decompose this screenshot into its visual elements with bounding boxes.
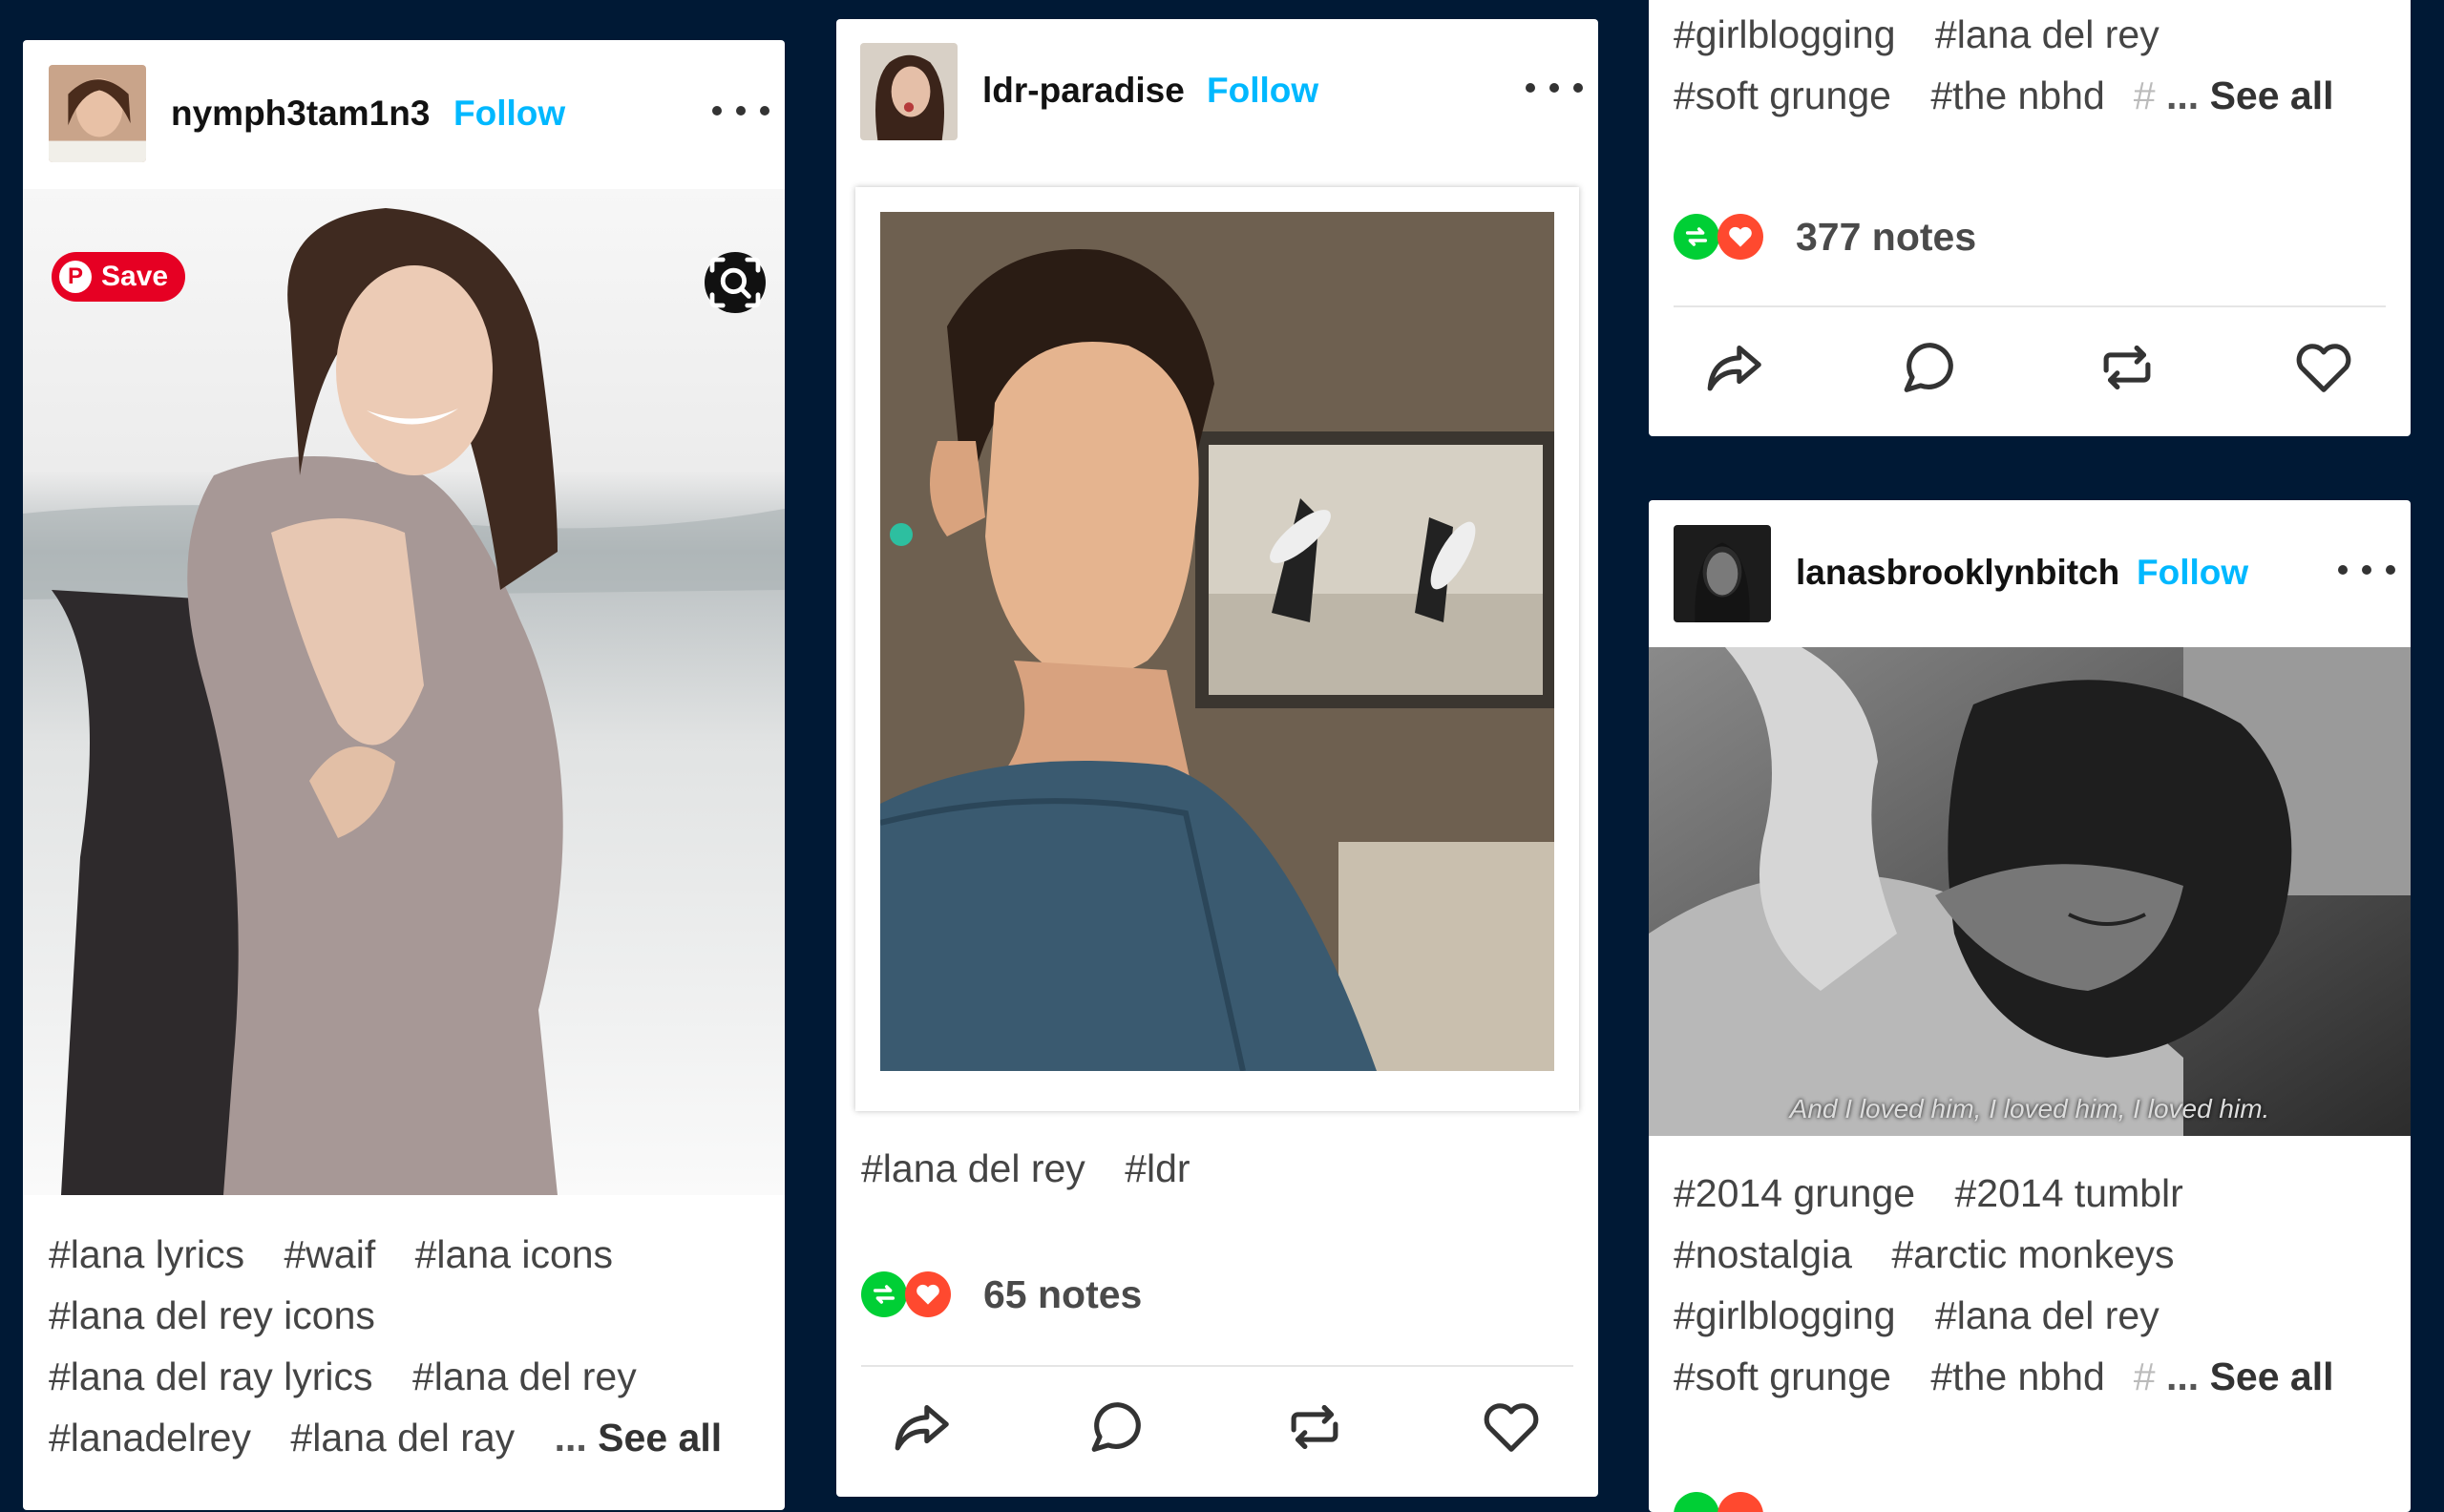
see-all-tags-button[interactable]: ... See all xyxy=(2166,74,2334,117)
avatar[interactable] xyxy=(860,43,958,140)
reblog-icon xyxy=(1291,1405,1338,1449)
reblog-button[interactable] xyxy=(1281,1394,1348,1460)
reply-icon xyxy=(1904,343,1953,392)
reblog-badge-icon xyxy=(861,1271,907,1317)
share-button[interactable] xyxy=(1700,334,1767,401)
like-button[interactable] xyxy=(1478,1394,1545,1460)
tag[interactable]: #ldr xyxy=(1125,1146,1190,1190)
notes-summary[interactable]: 65 notes xyxy=(861,1269,1142,1320)
share-icon xyxy=(1707,346,1761,391)
follow-button[interactable]: Follow xyxy=(453,94,565,134)
tag[interactable]: #waif xyxy=(284,1232,376,1276)
tag[interactable]: #lana del ray xyxy=(290,1416,515,1460)
post-header: ldr-paradise Follow xyxy=(836,19,1598,168)
reply-icon xyxy=(1091,1402,1141,1452)
more-options-button[interactable] xyxy=(2338,556,2395,584)
post-image[interactable]: And I loved him, I loved him, I loved hi… xyxy=(1649,647,2411,1136)
visual-search-icon xyxy=(709,257,761,308)
post-card-4: lanasbrooklynbitch Follow And I loved hi… xyxy=(1649,500,2411,1512)
post-card-3: #girlblogging #lana del rey #soft grunge… xyxy=(1649,0,2411,436)
reblog-badge-icon xyxy=(1674,214,1719,260)
tag[interactable]: #lana del rey xyxy=(412,1354,637,1398)
notes-summary[interactable]: 377 notes xyxy=(1674,211,1976,262)
tag[interactable]: #lana del ray lyrics xyxy=(49,1354,373,1398)
more-options-button[interactable] xyxy=(1526,74,1583,102)
username[interactable]: nymph3tam1n3 xyxy=(171,94,430,134)
tag[interactable]: #lanadelrey xyxy=(49,1416,251,1460)
tag[interactable]: #2014 grunge xyxy=(1674,1171,1915,1215)
tag-list: #girlblogging #lana del rey #soft grunge… xyxy=(1674,12,2334,117)
post-image[interactable] xyxy=(880,212,1554,1071)
share-icon xyxy=(895,1405,949,1451)
follow-button[interactable]: Follow xyxy=(1207,71,1318,111)
tag[interactable]: #the nbhd xyxy=(1930,74,2104,117)
more-icon xyxy=(2338,565,2348,575)
reply-button[interactable] xyxy=(1897,334,1964,401)
tag[interactable]: #lana del rey xyxy=(861,1146,1085,1190)
pinterest-icon: P xyxy=(59,261,92,293)
tag[interactable]: #nostalgia xyxy=(1674,1232,1852,1276)
post-header: nymph3tam1n3 Follow xyxy=(23,40,785,189)
share-button[interactable] xyxy=(888,1394,955,1460)
reblog-icon xyxy=(2103,346,2151,389)
notes-count: 65 notes xyxy=(983,1271,1143,1316)
notes-summary[interactable] xyxy=(1674,1489,1773,1512)
visual-search-button[interactable] xyxy=(705,252,766,313)
tag[interactable]: #lana del rey icons xyxy=(49,1293,375,1337)
more-icon xyxy=(712,106,722,116)
like-badge-icon xyxy=(905,1271,951,1317)
avatar[interactable] xyxy=(49,65,146,162)
username[interactable]: lanasbrooklynbitch xyxy=(1796,553,2119,593)
divider xyxy=(861,1365,1573,1367)
see-all-tags-button[interactable]: ... See all xyxy=(2166,1354,2334,1398)
tag[interactable]: #girlblogging xyxy=(1674,12,1896,56)
tag[interactable]: #the nbhd xyxy=(1930,1354,2104,1398)
tag[interactable]: #lana del rey xyxy=(1935,1293,2160,1337)
like-badge-icon xyxy=(1717,1492,1763,1512)
username[interactable]: ldr-paradise xyxy=(982,71,1185,111)
more-options-button[interactable] xyxy=(712,96,769,125)
tag[interactable]: #lana del rey xyxy=(1935,12,2160,56)
reblog-badge-icon xyxy=(1674,1492,1719,1512)
tag[interactable]: #girlblogging xyxy=(1674,1293,1896,1337)
like-icon xyxy=(2296,344,2351,392)
save-label: Save xyxy=(101,261,169,292)
tag-list: #lana lyrics #waif #lana icons #lana del… xyxy=(49,1224,774,1468)
tag[interactable]: #arctic monkeys xyxy=(1891,1232,2174,1276)
tag[interactable]: #soft grunge xyxy=(1674,74,1891,117)
divider xyxy=(1674,305,2386,307)
tag[interactable]: #2014 tumblr xyxy=(1954,1171,2182,1215)
tag-list: #lana del rey #ldr xyxy=(861,1138,1587,1199)
post-card-2: ldr-paradise Follow #lana del rey #ldr 6… xyxy=(836,19,1598,1497)
pinterest-save-button[interactable]: P Save xyxy=(52,252,185,302)
tag[interactable]: #soft grunge xyxy=(1674,1354,1891,1398)
like-badge-icon xyxy=(1717,214,1763,260)
notes-count: 377 notes xyxy=(1796,214,1977,259)
more-icon xyxy=(1526,83,1535,93)
tag-list: #2014 grunge #2014 tumblr #nostalgia #ar… xyxy=(1674,1171,2334,1398)
avatar[interactable] xyxy=(1674,525,1771,622)
follow-button[interactable]: Follow xyxy=(2137,553,2248,593)
post-image[interactable]: P Save xyxy=(23,189,785,1195)
reply-button[interactable] xyxy=(1085,1394,1151,1460)
post-card-1: nymph3tam1n3 Follow P Save #lana lyrics … xyxy=(23,40,785,1510)
like-button[interactable] xyxy=(2290,334,2357,401)
tag[interactable]: #lana icons xyxy=(415,1232,613,1276)
image-caption: And I loved him, I loved him, I loved hi… xyxy=(1789,1094,2270,1124)
post-header: lanasbrooklynbitch Follow xyxy=(1649,500,2411,649)
tag[interactable]: #lana lyrics xyxy=(49,1232,244,1276)
see-all-tags-button[interactable]: ... See all xyxy=(555,1416,723,1460)
like-icon xyxy=(1484,1403,1539,1452)
reblog-button[interactable] xyxy=(2094,334,2160,401)
